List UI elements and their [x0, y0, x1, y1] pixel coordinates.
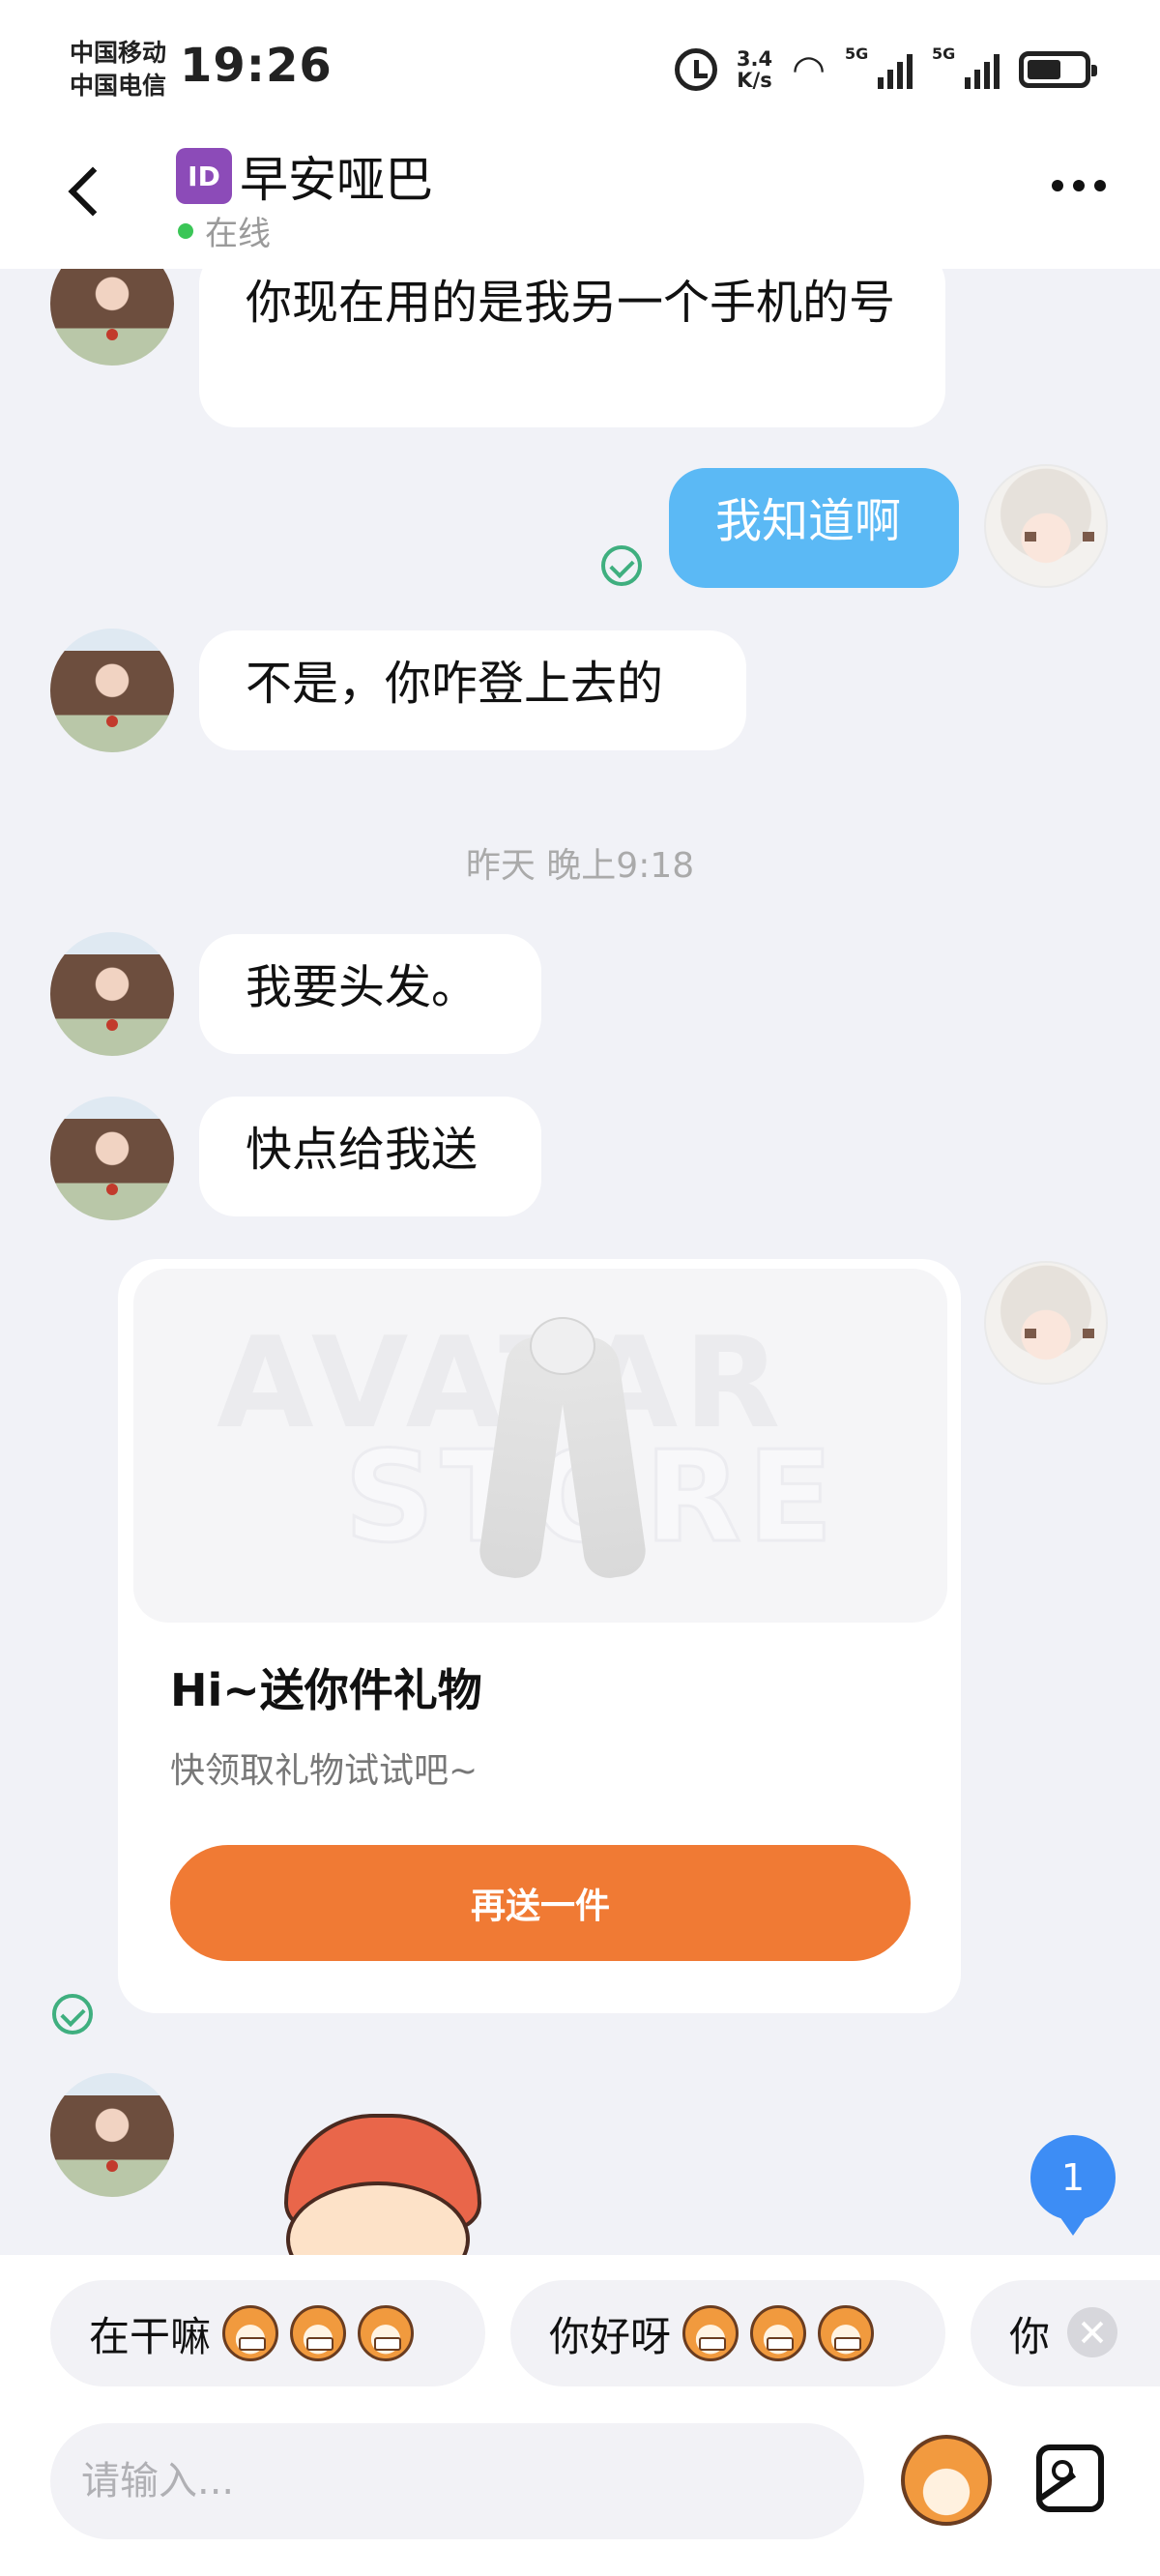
monkey-emoji-icon	[750, 2305, 807, 2361]
signal-1-label: 5G	[845, 44, 869, 63]
clock: 19:26	[180, 39, 333, 93]
message-timestamp: 昨天 晚上9:18	[465, 846, 695, 886]
send-another-gift-button[interactable]: 再送一件	[170, 1845, 911, 1961]
monkey-emoji-icon	[290, 2305, 347, 2361]
my-avatar[interactable]	[984, 1261, 1108, 1385]
carrier-1: 中国移动	[70, 39, 167, 67]
message-bubble-incoming[interactable]: 我要头发。	[199, 934, 541, 1054]
contact-title[interactable]: ID 早安哑巴	[176, 141, 433, 211]
message-bubble-incoming[interactable]: 快点给我送	[199, 1097, 541, 1216]
monkey-emoji-icon	[222, 2305, 279, 2361]
gift-image: AVATAR STORE	[133, 1269, 947, 1623]
quick-reply-text: 你	[1009, 2312, 1051, 2360]
contact-name: 早安哑巴	[240, 152, 433, 208]
carrier-2: 中国电信	[70, 72, 167, 100]
sticker-message[interactable]	[267, 2114, 499, 2255]
my-avatar[interactable]	[984, 464, 1108, 588]
signal-icon-1: 5G	[845, 44, 913, 89]
network-speed: 3.4 K/s	[737, 48, 772, 91]
message-bubble-incoming[interactable]: 你现在用的是我另一个手机的号	[199, 269, 945, 427]
contact-avatar[interactable]	[50, 629, 174, 752]
network-speed-unit: K/s	[737, 69, 772, 92]
status-bar: 中国移动 中国电信 19:26 3.4 K/s ◠ 5G 5G	[0, 0, 1160, 135]
more-options-button[interactable]	[1052, 180, 1106, 191]
contact-avatar[interactable]	[50, 2073, 174, 2197]
quick-reply-chip[interactable]: 你好呀	[510, 2280, 945, 2386]
battery-level	[1028, 60, 1060, 79]
message-input[interactable]	[50, 2423, 864, 2539]
contact-avatar[interactable]	[50, 1097, 174, 1220]
online-dot-icon	[178, 222, 193, 239]
online-status-text: 在线	[205, 215, 271, 253]
contact-avatar[interactable]	[50, 932, 174, 1056]
gift-title: Hi~送你件礼物	[170, 1664, 482, 1716]
id-badge-icon: ID	[176, 148, 232, 204]
monkey-emoji-icon	[358, 2305, 415, 2361]
read-check-icon	[601, 545, 642, 586]
message-bubble-incoming[interactable]: 不是，你咋登上去的	[199, 630, 746, 750]
hair-item-image	[476, 1317, 650, 1582]
status-icons: 3.4 K/s ◠ 5G 5G	[674, 43, 1097, 97]
image-picker-icon[interactable]	[1036, 2444, 1104, 2512]
monkey-emoji-icon	[818, 2305, 875, 2361]
quick-reply-text: 你好呀	[549, 2312, 672, 2360]
gift-card[interactable]: AVATAR STORE Hi~送你件礼物 快领取礼物试试吧~ 再送一件	[118, 1259, 961, 2013]
network-speed-value: 3.4	[736, 47, 773, 71]
signal-2-label: 5G	[932, 44, 956, 63]
quick-replies-bar: 在干嘛 你好呀 你	[0, 2255, 1160, 2417]
emoji-button-icon[interactable]	[901, 2435, 992, 2526]
back-button[interactable]	[58, 162, 116, 220]
quick-reply-chip[interactable]: 你	[971, 2280, 1160, 2386]
signal-icon-2: 5G	[932, 44, 1000, 89]
close-quick-replies-icon[interactable]	[1067, 2307, 1117, 2357]
unread-count-badge[interactable]: 1	[1030, 2135, 1116, 2236]
quick-reply-text: 在干嘛	[89, 2312, 212, 2360]
battery-icon	[1019, 51, 1097, 88]
chat-area[interactable]: 你现在用的是我另一个手机的号 我知道啊 不是，你咋登上去的 昨天 晚上9:18 …	[0, 269, 1160, 2255]
chat-header: ID 早安哑巴 在线	[0, 135, 1160, 269]
read-check-icon	[52, 1994, 93, 2034]
wifi-icon: ◠	[792, 47, 826, 92]
monkey-emoji-icon	[682, 2305, 740, 2361]
gift-subtitle: 快领取礼物试试吧~	[170, 1751, 478, 1791]
message-bubble-outgoing[interactable]: 我知道啊	[669, 468, 959, 588]
quick-reply-chip[interactable]: 在干嘛	[50, 2280, 485, 2386]
contact-avatar[interactable]	[50, 269, 174, 366]
message-input-bar	[0, 2417, 1160, 2576]
carrier-labels: 中国移动 中国电信	[70, 37, 166, 102]
alarm-icon	[674, 48, 717, 91]
online-status: 在线	[178, 207, 271, 254]
